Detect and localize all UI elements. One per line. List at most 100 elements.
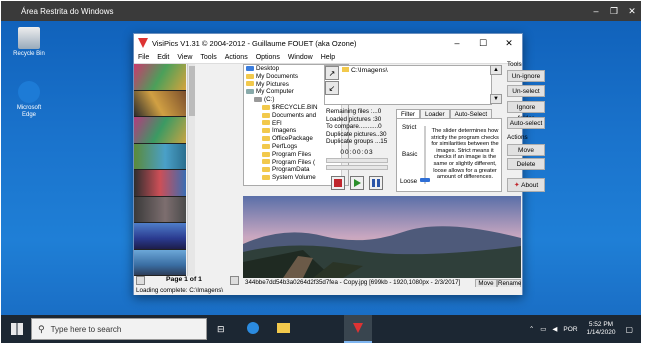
network-icon[interactable]: ▭ xyxy=(540,325,546,333)
desktop-icon-edge[interactable]: Microsoft Edge xyxy=(9,81,49,119)
stats-panel: Remaining files :...0 Loaded pictures :3… xyxy=(326,108,390,146)
thumbnail[interactable] xyxy=(134,223,186,249)
filter-label-strict: Strict xyxy=(402,124,417,131)
filter-label-basic: Basic xyxy=(402,151,418,158)
remote-desktop-frame: Área Restrita do Windows – ❐ ✕ Recycle B… xyxy=(1,1,641,343)
menu-view[interactable]: View xyxy=(173,54,196,61)
folder-icon xyxy=(262,167,270,173)
recycle-bin-icon xyxy=(18,27,40,49)
menu-actions[interactable]: Actions xyxy=(221,54,252,61)
remove-folder-button[interactable]: ↙ xyxy=(325,81,339,95)
preview-file-info: 344bbe7dd54b3a0264d2f35d7fea - Copy.jpg … xyxy=(245,279,461,286)
visipics-logo-icon: ✦ xyxy=(513,182,520,189)
folder-icon xyxy=(262,151,270,157)
menu-edit[interactable]: Edit xyxy=(153,54,173,61)
visipics-window: VisiPics V1.31 © 2004-2012 - Guillaume F… xyxy=(133,33,545,295)
scroll-down-button[interactable]: ▼ xyxy=(490,94,502,104)
minimize-icon[interactable]: – xyxy=(587,1,605,21)
remote-session-bar: Área Restrita do Windows – ❐ ✕ xyxy=(1,1,641,21)
visipics-taskbar-button[interactable] xyxy=(344,315,372,343)
thumbnail-scrollbar[interactable] xyxy=(187,64,195,276)
filter-slider-thumb[interactable] xyxy=(420,178,430,182)
remote-session-title: Área Restrita do Windows xyxy=(21,6,114,16)
progress-bar xyxy=(326,158,388,163)
stat-duplicates: Duplicate pictures..30 xyxy=(326,130,387,138)
clock-date: 1/14/2020 xyxy=(586,329,616,336)
scroll-up-button[interactable]: ▲ xyxy=(490,65,502,75)
preview-rename-button[interactable]: Rename xyxy=(497,279,521,287)
page-next-icon[interactable] xyxy=(230,276,239,285)
preview-move-button[interactable]: Move xyxy=(475,279,497,287)
windows-start-icon[interactable] xyxy=(11,323,23,335)
search-placeholder: Type here to search xyxy=(50,324,122,334)
volume-icon[interactable]: ◀ xyxy=(552,325,557,333)
filter-slider-track[interactable] xyxy=(424,126,426,184)
pause-button[interactable] xyxy=(369,176,383,190)
filter-description: The slider determines how strictly the p… xyxy=(431,128,499,181)
about-button[interactable]: ✦ About xyxy=(507,178,545,192)
stat-compare: To compare...........0 xyxy=(326,123,382,131)
scrollbar-thumb[interactable] xyxy=(189,66,195,116)
chevron-up-icon[interactable]: ⌃ xyxy=(529,325,534,333)
menu-window[interactable]: Window xyxy=(284,54,317,61)
stat-groups: Duplicate groups ...15 xyxy=(326,138,388,146)
page-prev-icon[interactable] xyxy=(136,276,145,285)
preview-image xyxy=(243,196,521,278)
thumbnail[interactable] xyxy=(134,196,186,222)
file-explorer-icon[interactable] xyxy=(277,323,290,333)
thumbnail[interactable] xyxy=(134,143,186,169)
thumbnail[interactable] xyxy=(134,170,186,196)
window-title: VisiPics V1.31 © 2004-2012 - Guillaume F… xyxy=(152,38,357,48)
thumbnail[interactable] xyxy=(134,117,186,143)
menu-file[interactable]: File xyxy=(134,54,153,61)
folder-icon xyxy=(342,67,349,72)
timer: 00:00:03 xyxy=(340,149,374,156)
page-navigation: Page 1 of 1 xyxy=(134,276,242,286)
folder-path: C:\Imagens\ xyxy=(342,67,388,74)
stop-icon xyxy=(334,179,342,187)
close-icon[interactable]: ✕ xyxy=(623,1,641,21)
delete-button[interactable]: Delete xyxy=(507,158,545,170)
folder-icon xyxy=(262,120,270,126)
move-button[interactable]: Move xyxy=(507,144,545,156)
window-minimize-button[interactable]: – xyxy=(444,38,470,49)
folder-icon xyxy=(262,104,270,110)
thumbnail[interactable] xyxy=(134,249,186,275)
menu-bar: File Edit View Tools Actions Options Win… xyxy=(134,52,522,64)
taskbar-search[interactable]: ⚲ Type here to search xyxy=(31,318,207,340)
menu-options[interactable]: Options xyxy=(252,54,284,61)
folder-icon xyxy=(262,136,270,141)
ignore-folder-button[interactable]: Ignore folder xyxy=(507,101,545,122)
window-close-button[interactable]: ✕ xyxy=(496,38,522,49)
page-label: Page 1 of 1 xyxy=(166,276,202,283)
status-bar: Loading complete: C:\Imagens\ xyxy=(134,287,522,295)
un-ignore-button[interactable]: Un-ignore xyxy=(507,70,545,82)
preview-info-bar: 344bbe7dd54b3a0264d2f35d7fea - Copy.jpg … xyxy=(243,279,521,287)
visipics-app-icon xyxy=(138,38,148,48)
thumbnail-grid xyxy=(134,64,186,276)
actions-title: Actions xyxy=(507,134,528,141)
window-maximize-button[interactable]: ☐ xyxy=(470,38,496,49)
un-select-button[interactable]: Un-select xyxy=(507,85,545,97)
thumbnail[interactable] xyxy=(134,64,186,90)
task-view-icon[interactable]: ⊟ xyxy=(217,324,225,335)
clock[interactable]: 5:52 PM 1/14/2020 xyxy=(587,321,616,337)
play-button[interactable] xyxy=(350,176,364,190)
menu-help[interactable]: Help xyxy=(317,54,339,61)
menu-tools[interactable]: Tools xyxy=(196,54,220,61)
clock-time: 5:52 PM xyxy=(588,321,614,328)
desktop-icon-recycle-bin[interactable]: Recycle Bin xyxy=(9,27,49,58)
restore-icon[interactable]: ❐ xyxy=(605,1,623,21)
stop-button[interactable] xyxy=(331,176,345,190)
add-folder-button[interactable]: ↗ xyxy=(325,66,339,80)
thumbnail[interactable] xyxy=(134,90,186,116)
edge-icon xyxy=(18,81,40,103)
notification-icon[interactable]: ▢ xyxy=(625,325,633,334)
drive-icon xyxy=(254,97,262,103)
folder-icon xyxy=(262,128,270,134)
folder-icon xyxy=(246,73,254,79)
edge-taskbar-icon[interactable] xyxy=(247,322,259,334)
stat-remaining: Remaining files :...0 xyxy=(326,108,382,115)
auto-select-button[interactable]: Auto-select xyxy=(507,117,545,129)
language-indicator[interactable]: POR xyxy=(563,326,577,333)
